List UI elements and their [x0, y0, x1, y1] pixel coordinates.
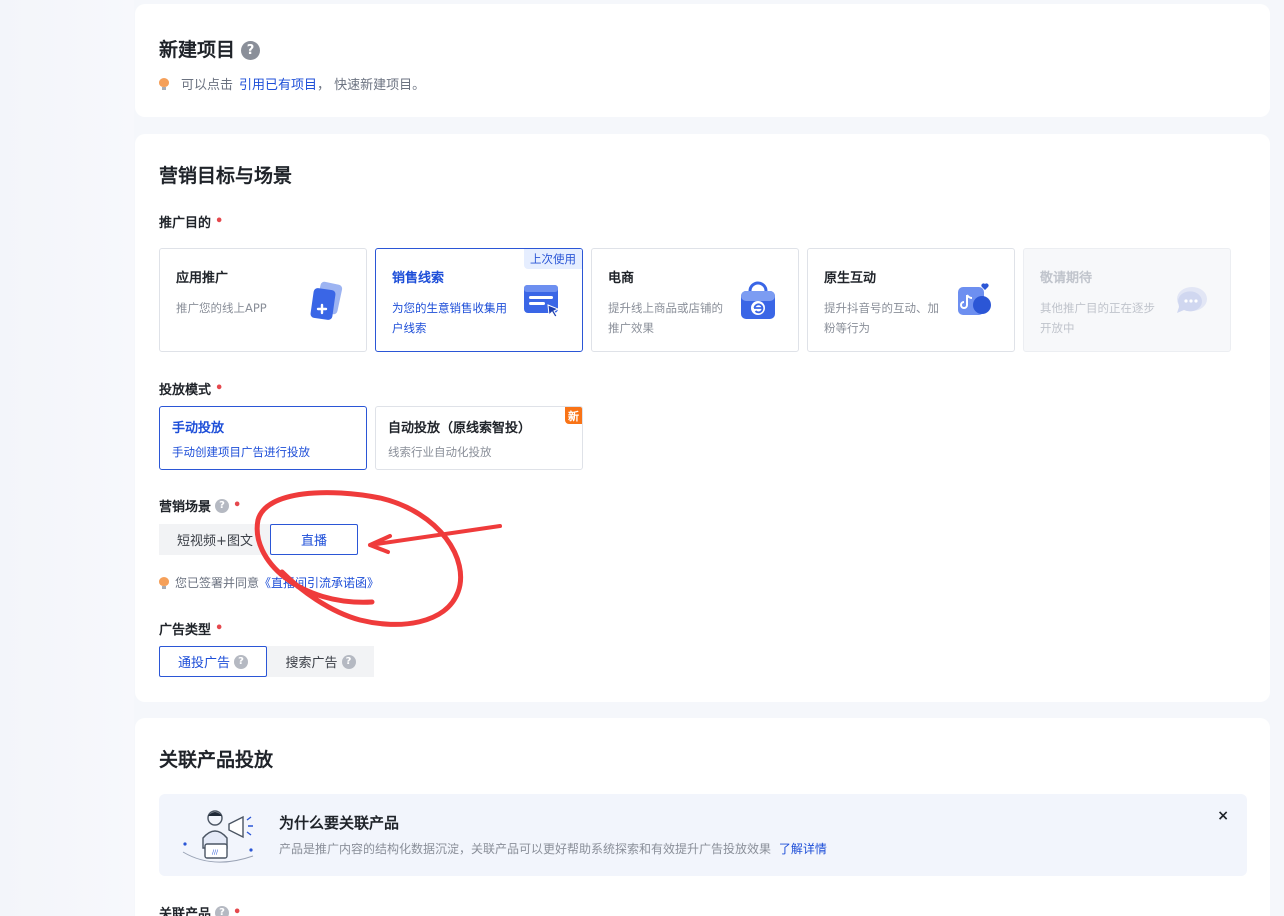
adtype-general[interactable]: 通投广告? [159, 646, 267, 677]
help-icon[interactable]: ? [215, 498, 230, 513]
svg-text:///: /// [212, 849, 219, 856]
scene-short-video[interactable]: 短视频+图文 [159, 524, 271, 555]
banner-desc-text: 产品是推广内容的结构化数据沉淀，关联产品可以更好帮助系统探索和有效提升广告投放效… [279, 842, 772, 856]
hint-prefix: 可以点击 [181, 78, 234, 93]
goal-desc: 其他推广目的正在逐步开放中 [1040, 301, 1155, 335]
adtype-general-label: 通投广告 [177, 656, 230, 671]
shopping-bag-icon [741, 281, 775, 319]
product-card: 关联产品投放 /// 为什么要关联产品 产品是推广内容的结构化数据沉淀，关联产品… [135, 718, 1270, 916]
product-title: 关联产品投放 [159, 749, 274, 771]
close-icon[interactable]: × [1217, 808, 1229, 824]
mode-auto[interactable]: 新 自动投放（原线索智投） 线索行业自动化投放 [375, 406, 583, 470]
learn-more-link[interactable]: 了解详情 [779, 842, 827, 856]
new-badge: 新 [565, 407, 582, 424]
goal-app-promotion[interactable]: 应用推广 推广您的线上APP [159, 248, 367, 352]
mode-manual[interactable]: 手动投放 手动创建项目广告进行投放 [159, 406, 367, 470]
hint-suffix: ， 快速新建项目。 [317, 78, 426, 93]
adtype-label: 广告类型 • [159, 619, 223, 638]
required-mark: • [215, 381, 224, 396]
new-project-card: 新建项目? 可以点击 引用已有项目 ， 快速新建项目。 [135, 4, 1270, 117]
chat-bubble-icon [1177, 287, 1207, 313]
goal-label: 推广目的 • [159, 212, 223, 231]
new-project-title-row: 新建项目? [159, 35, 261, 62]
last-used-badge: 上次使用 [524, 249, 582, 269]
goal-native-interaction[interactable]: 原生互动 提升抖音号的互动、加粉等行为 [807, 248, 1015, 352]
help-icon[interactable]: ? [234, 654, 248, 669]
banner-title: 为什么要关联产品 [279, 814, 400, 832]
agree-prefix: 您已签署并同意 [175, 576, 260, 590]
product-info-banner: /// 为什么要关联产品 产品是推广内容的结构化数据沉淀，关联产品可以更好帮助系… [159, 794, 1247, 876]
lightbulb-icon [159, 77, 169, 90]
agreement-note: 您已签署并同意 《直播间引流承诺函》 [159, 574, 379, 591]
mode-label-text: 投放模式 [159, 383, 212, 398]
new-project-hint: 可以点击 引用已有项目 ， 快速新建项目。 [159, 74, 425, 93]
goal-desc: 提升线上商品或店铺的推广效果 [608, 301, 723, 335]
goal-coming-soon: 敬请期待 其他推广目的正在逐步开放中 [1023, 248, 1231, 352]
reference-project-link[interactable]: 引用已有项目 [239, 74, 317, 93]
mode-desc: 线索行业自动化投放 [388, 445, 492, 459]
scene-label: 营销场景? • [159, 496, 241, 515]
page-title: 新建项目 [159, 39, 236, 61]
required-mark: • [233, 498, 242, 513]
goal-desc: 提升抖音号的互动、加粉等行为 [824, 301, 939, 335]
mode-desc: 手动创建项目广告进行投放 [172, 445, 310, 459]
goal-label-text: 推广目的 [159, 216, 212, 231]
goal-desc: 推广您的线上APP [176, 301, 267, 315]
adtype-search-label: 搜索广告 [285, 656, 338, 671]
required-mark: • [215, 214, 224, 229]
app-cards-icon [310, 281, 343, 320]
marketing-card: 营销目标与场景 推广目的 • 应用推广 推广您的线上APP 上次使用 销售线索 为… [135, 134, 1270, 702]
goal-sales-leads[interactable]: 上次使用 销售线索 为您的生意销售收集用户线索 [375, 248, 583, 352]
left-rail [0, 0, 134, 916]
adtype-label-text: 广告类型 [159, 623, 212, 638]
required-mark: • [215, 621, 224, 636]
help-icon[interactable]: ? [215, 905, 230, 916]
adtype-search[interactable]: 搜索广告? [267, 646, 374, 677]
scene-live[interactable]: 直播 [270, 524, 358, 555]
mode-title: 自动投放（原线索智投） [388, 421, 532, 436]
required-mark: • [233, 905, 242, 916]
person-megaphone-illustration-icon: /// [182, 810, 254, 863]
product-field-label-text: 关联产品 [159, 907, 212, 916]
marketing-title: 营销目标与场景 [159, 165, 293, 187]
mode-label: 投放模式 • [159, 379, 223, 398]
goal-desc: 为您的生意销售收集用户线索 [392, 301, 507, 335]
mode-title: 手动投放 [172, 421, 225, 436]
goal-ecommerce[interactable]: 电商 提升线上商品或店铺的推广效果 [591, 248, 799, 352]
product-field-label: 关联产品? • [159, 903, 241, 916]
agreement-link[interactable]: 《直播间引流承诺函》 [259, 574, 379, 591]
help-icon[interactable]: ? [341, 654, 356, 669]
lightbulb-icon [159, 576, 169, 589]
douyin-heart-icon [958, 283, 991, 315]
banner-desc: 产品是推广内容的结构化数据沉淀，关联产品可以更好帮助系统探索和有效提升广告投放效… [279, 840, 827, 857]
scene-label-text: 营销场景 [159, 500, 212, 515]
form-cursor-icon [524, 285, 560, 318]
help-icon[interactable]: ? [241, 41, 261, 60]
